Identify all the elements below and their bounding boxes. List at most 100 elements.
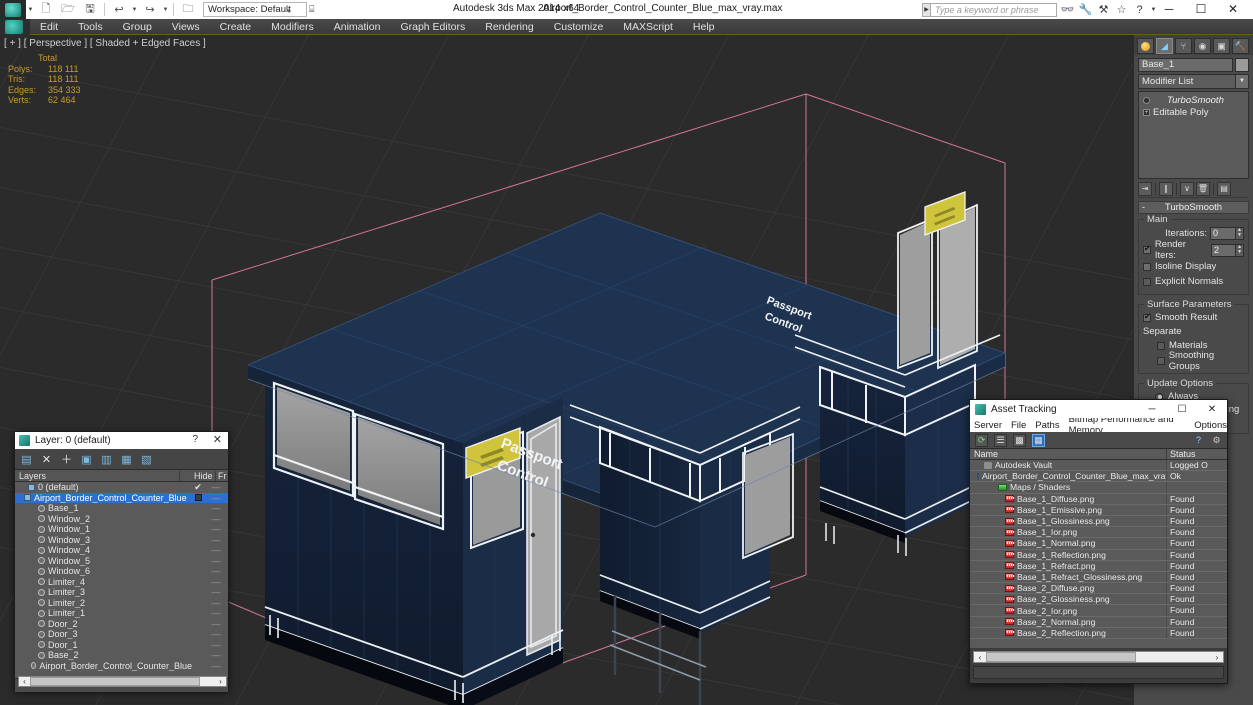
object-name-input[interactable]: Base_1 — [1138, 58, 1233, 72]
layer-freeze-cell[interactable]: — — [204, 556, 228, 566]
scroll-thumb[interactable] — [30, 677, 200, 686]
render-iters-input[interactable]: 2 — [1210, 243, 1237, 257]
layer-freeze-cell[interactable]: — — [204, 577, 228, 587]
layer-freeze-cell[interactable]: — — [204, 629, 228, 639]
configure-sets-icon[interactable]: ▤ — [1217, 181, 1231, 196]
layer-row[interactable]: Base_2 — — [15, 650, 228, 661]
undo-icon[interactable]: ↩ — [108, 1, 130, 18]
close-button[interactable]: ✕ — [1217, 0, 1249, 18]
layer-freeze-cell[interactable]: — — [204, 650, 228, 660]
utilities-tab[interactable]: 🔨 — [1232, 38, 1249, 54]
layer-row[interactable]: Door_1 — — [15, 640, 228, 651]
asset-row[interactable]: Maps / Shaders — [970, 482, 1227, 494]
layer-freeze-cell[interactable]: — — [204, 514, 228, 524]
layer-hide-cell[interactable] — [192, 493, 204, 503]
iterations-stepper[interactable]: ▲ ▼ — [1236, 226, 1244, 240]
make-unique-icon[interactable]: ∨ — [1180, 181, 1194, 196]
layer-freeze-cell[interactable]: — — [204, 661, 228, 671]
layer-freeze-cell[interactable]: — — [204, 503, 228, 513]
save-file-icon[interactable]: 🖫 — [79, 1, 101, 18]
asset-menu-options[interactable]: Options — [1194, 420, 1227, 431]
asset-tracking-dialog[interactable]: Asset Tracking ─ ☐ ✕ Server File Paths Bitm… — [969, 399, 1228, 684]
help-icon[interactable]: ? — [1132, 2, 1147, 17]
asset-minimize-button[interactable]: ─ — [1137, 400, 1167, 418]
layer-freeze-cell[interactable]: — — [204, 482, 228, 492]
smooth-result-row[interactable]: Smooth Result — [1143, 311, 1244, 324]
refresh-icon[interactable]: ⟳ — [975, 433, 988, 447]
layer-freeze-cell[interactable]: — — [204, 587, 228, 597]
asset-row[interactable]: Base_2_Reflection.png Found — [970, 627, 1227, 639]
asset-close-button[interactable]: ✕ — [1197, 400, 1227, 418]
layer-freeze-cell[interactable]: — — [204, 535, 228, 545]
render-iters-stepper[interactable]: ▲ ▼ — [1236, 243, 1244, 257]
redo-caret-icon[interactable]: ▼ — [161, 1, 170, 18]
isoline-display-row[interactable]: Isoline Display — [1143, 260, 1244, 273]
layer-row[interactable]: Limiter_2 — — [15, 598, 228, 609]
separate-materials-checkbox[interactable] — [1157, 341, 1165, 350]
grid-icon[interactable]: ▦ — [1032, 433, 1045, 447]
menu-customize[interactable]: Customize — [544, 19, 614, 35]
layer-freeze-cell[interactable]: — — [204, 493, 228, 503]
new-layer-icon[interactable]: ▤ — [20, 453, 33, 466]
asset-menu-file[interactable]: File — [1011, 420, 1026, 431]
star-icon[interactable]: ☆ — [1114, 2, 1129, 17]
binoculars-icon[interactable]: 👓 — [1060, 2, 1075, 17]
motion-tab[interactable]: ◉ — [1194, 38, 1211, 54]
highlight-selected-icon[interactable]: ▦ — [120, 453, 133, 466]
layer-row[interactable]: Window_3 — — [15, 535, 228, 546]
maximize-button[interactable]: ☐ — [1185, 0, 1217, 18]
stack-item-turbosmooth[interactable]: TurboSmooth — [1139, 94, 1248, 106]
layer-freeze-cell[interactable]: — — [204, 640, 228, 650]
undo-caret-icon[interactable]: ▼ — [130, 1, 139, 18]
modify-tab[interactable]: ◢ — [1156, 38, 1173, 54]
asset-row[interactable]: Base_1_Refract_Glossiness.png Found — [970, 571, 1227, 584]
settings-icon[interactable]: ⚙ — [1210, 434, 1223, 447]
asset-row[interactable]: Base_1_Ior.png Found — [970, 527, 1227, 539]
redo-icon[interactable]: ↪ — [139, 1, 161, 18]
menu-help[interactable]: Help — [683, 19, 725, 35]
asset-row[interactable]: Base_2_Normal.png Found — [970, 616, 1227, 628]
layer-row[interactable]: Door_2 — — [15, 619, 228, 630]
pin-stack-icon[interactable]: ⇥ — [1138, 181, 1152, 196]
viewport-label[interactable]: [ + ] [ Perspective ] [ Shaded + Edged F… — [4, 38, 206, 49]
layer-row[interactable]: Airport_Border_Control_Counter_Blue — — [15, 661, 228, 672]
menu-group[interactable]: Group — [113, 19, 162, 35]
asset-row[interactable]: Base_1_Glossiness.png Found — [970, 515, 1227, 528]
expand-plus-icon[interactable]: + — [1143, 108, 1150, 116]
asset-maximize-button[interactable]: ☐ — [1167, 400, 1197, 418]
select-highlighted-icon[interactable]: ▥ — [100, 453, 113, 466]
wrench-icon[interactable]: 🔧 — [1078, 2, 1093, 17]
lightbulb-icon[interactable] — [1143, 96, 1150, 104]
asset-menu-server[interactable]: Server — [974, 420, 1002, 431]
layer-freeze-cell[interactable]: — — [204, 545, 228, 555]
stack-item-editable-poly[interactable]: + Editable Poly — [1139, 106, 1248, 118]
menu-views[interactable]: Views — [162, 19, 210, 35]
show-end-result-icon[interactable]: ❙ — [1159, 181, 1173, 196]
menu-modifiers[interactable]: Modifiers — [261, 19, 324, 35]
new-file-icon[interactable]: 🗋 — [35, 1, 57, 18]
smooth-result-checkbox[interactable] — [1143, 312, 1151, 322]
scroll-right-icon[interactable]: › — [215, 677, 226, 686]
modifier-list-dropdown[interactable]: Modifier List ▼ — [1138, 74, 1249, 89]
search-dropdown-icon[interactable]: ▶ — [922, 2, 931, 17]
asset-row[interactable]: Base_2_Ior.png Found — [970, 605, 1227, 617]
menu-edit[interactable]: Edit — [30, 19, 68, 35]
menu-tools[interactable]: Tools — [68, 19, 113, 35]
list-view-icon[interactable]: ☰ — [994, 433, 1007, 447]
workspace-selector[interactable]: Workspace: Default ▼ — [203, 2, 307, 17]
layer-row[interactable]: Window_5 — — [15, 556, 228, 567]
hide-checkbox[interactable] — [194, 493, 202, 501]
layer-freeze-cell[interactable]: — — [204, 608, 228, 618]
asset-scroll-right-icon[interactable]: › — [1211, 653, 1223, 662]
layer-list[interactable]: 0 (default) ✔ — Airport_Border_Control_Coun… — [15, 482, 228, 678]
layer-row[interactable]: Window_1 — — [15, 524, 228, 535]
thumbnail-icon[interactable]: ▩ — [1013, 433, 1026, 447]
layer-row[interactable]: Door_3 — — [15, 629, 228, 640]
asset-list[interactable]: Autodesk Vault Logged O Airport_Border_Con… — [970, 460, 1227, 648]
layer-row[interactable]: Window_4 — — [15, 545, 228, 556]
layer-row[interactable]: 0 (default) ✔ — — [15, 482, 228, 493]
delete-layer-icon[interactable]: ✕ — [40, 453, 53, 466]
asset-row[interactable]: Autodesk Vault Logged O — [970, 460, 1227, 472]
asset-row[interactable]: Base_1_Emissive.png Found — [970, 504, 1227, 516]
minimize-button[interactable]: ─ — [1153, 0, 1185, 18]
